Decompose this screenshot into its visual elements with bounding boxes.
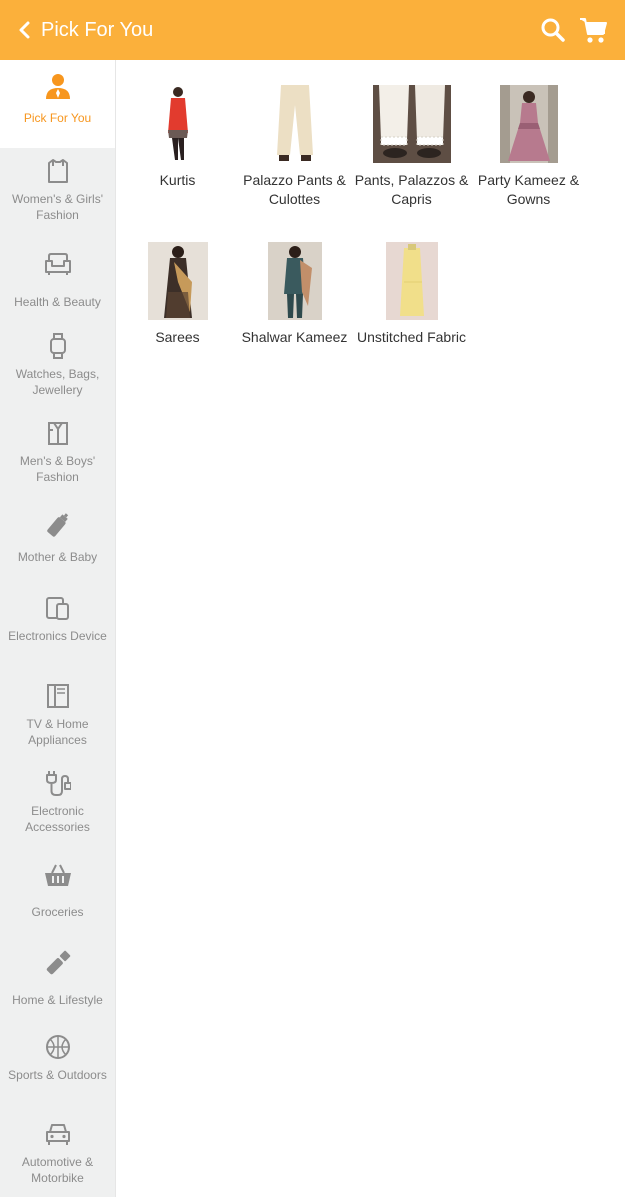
tile-label: Palazzo Pants & Culottes xyxy=(243,172,346,207)
category-sidebar: Pick For You Women's & Girls' Fashion He… xyxy=(0,60,116,1197)
sidebar-item-mens-fashion[interactable]: Men's & Boys' Fashion xyxy=(0,419,115,485)
baby-bottle-icon xyxy=(44,511,72,539)
tile-label: Party Kameez & Gowns xyxy=(477,172,580,207)
sidebar-item-watches-bags[interactable]: Watches, Bags, Jewellery xyxy=(0,332,115,398)
category-tile-pants-palazzos[interactable]: Pants, Palazzos & Capris xyxy=(353,85,470,208)
plug-icon xyxy=(44,769,72,797)
back-button[interactable] xyxy=(12,16,36,44)
sidebar-item-electronics-device[interactable]: Electronics Device xyxy=(0,594,115,644)
sidebar-item-label: TV & Home Appliances xyxy=(26,717,89,747)
sidebar-item-label: Sports & Outdoors xyxy=(8,1068,107,1082)
sarees-image xyxy=(138,242,218,320)
sidebar-item-label: Health & Beauty xyxy=(14,295,101,309)
sidebar-item-label: Automotive & Motorbike xyxy=(21,1155,94,1185)
category-tile-kurtis[interactable]: Kurtis xyxy=(119,85,236,190)
top-bar: Pick For You xyxy=(0,0,625,60)
brush-icon xyxy=(44,949,72,977)
tile-label: Unstitched Fabric xyxy=(357,329,466,345)
category-tile-party-kameez[interactable]: Party Kameez & Gowns xyxy=(470,85,587,208)
tile-label: Kurtis xyxy=(159,172,196,188)
ball-icon xyxy=(44,1033,72,1061)
sidebar-item-tv-appliances[interactable]: TV & Home Appliances xyxy=(0,682,115,748)
category-tile-unstitched-fabric[interactable]: Unstitched Fabric xyxy=(353,242,470,347)
sidebar-item-label: Watches, Bags, Jewellery xyxy=(15,367,100,397)
sofa-icon xyxy=(44,250,72,278)
cart-icon xyxy=(580,18,607,43)
category-tile-palazzo-pants[interactable]: Palazzo Pants & Culottes xyxy=(236,85,353,208)
sidebar-item-automotive[interactable]: Automotive & Motorbike xyxy=(0,1120,115,1186)
person-icon xyxy=(44,72,72,100)
tile-label: Pants, Palazzos & Capris xyxy=(354,172,469,207)
sidebar-item-health-beauty[interactable]: Health & Beauty xyxy=(0,250,115,310)
category-tile-shalwar-kameez[interactable]: Shalwar Kameez xyxy=(236,242,353,347)
kurtis-image xyxy=(138,85,218,163)
sidebar-item-label: Electronics Device xyxy=(8,629,107,643)
sidebar-item-label: Electronic Accessories xyxy=(25,804,90,834)
sidebar-item-label: Pick For You xyxy=(23,111,92,125)
basket-icon xyxy=(44,861,72,889)
palazzo-pants-image xyxy=(255,85,335,163)
mens-shirt-icon xyxy=(44,419,72,447)
pants-palazzos-image xyxy=(372,85,452,163)
sidebar-item-womens-fashion[interactable]: Women's & Girls' Fashion xyxy=(0,157,115,223)
chevron-left-icon xyxy=(19,21,30,39)
search-icon xyxy=(541,18,565,42)
sidebar-item-label: Groceries xyxy=(31,905,84,919)
tile-label: Sarees xyxy=(155,329,200,345)
sidebar-item-mother-baby[interactable]: Mother & Baby xyxy=(0,511,115,565)
appliance-icon xyxy=(44,682,72,710)
unstitched-fabric-image xyxy=(372,242,452,320)
sidebar-item-label: Mother & Baby xyxy=(17,550,98,564)
watch-icon xyxy=(44,332,72,360)
sidebar-item-home-lifestyle[interactable]: Home & Lifestyle xyxy=(0,949,115,1008)
party-kameez-image xyxy=(489,85,569,163)
sidebar-item-electronic-accessories[interactable]: Electronic Accessories xyxy=(0,769,115,835)
sidebar-item-label: Women's & Girls' Fashion xyxy=(11,192,104,222)
category-grid: Kurtis Palazzo Pants & Culottes Pants, P xyxy=(116,60,625,1197)
sidebar-item-label: Men's & Boys' Fashion xyxy=(19,454,96,484)
shalwar-kameez-image xyxy=(255,242,335,320)
sidebar-item-sports-outdoors[interactable]: Sports & Outdoors xyxy=(0,1033,115,1083)
search-button[interactable] xyxy=(540,17,566,43)
page-title: Pick For You xyxy=(41,19,154,41)
sidebar-item-groceries[interactable]: Groceries xyxy=(0,861,115,920)
tile-label: Shalwar Kameez xyxy=(241,329,348,345)
car-icon xyxy=(44,1120,72,1148)
device-icon xyxy=(44,594,72,622)
sidebar-item-pick-for-you[interactable]: Pick For You xyxy=(0,60,115,148)
shirt-icon xyxy=(44,157,72,185)
category-tile-sarees[interactable]: Sarees xyxy=(119,242,236,347)
sidebar-item-label: Home & Lifestyle xyxy=(12,993,103,1007)
cart-button[interactable] xyxy=(578,15,608,45)
